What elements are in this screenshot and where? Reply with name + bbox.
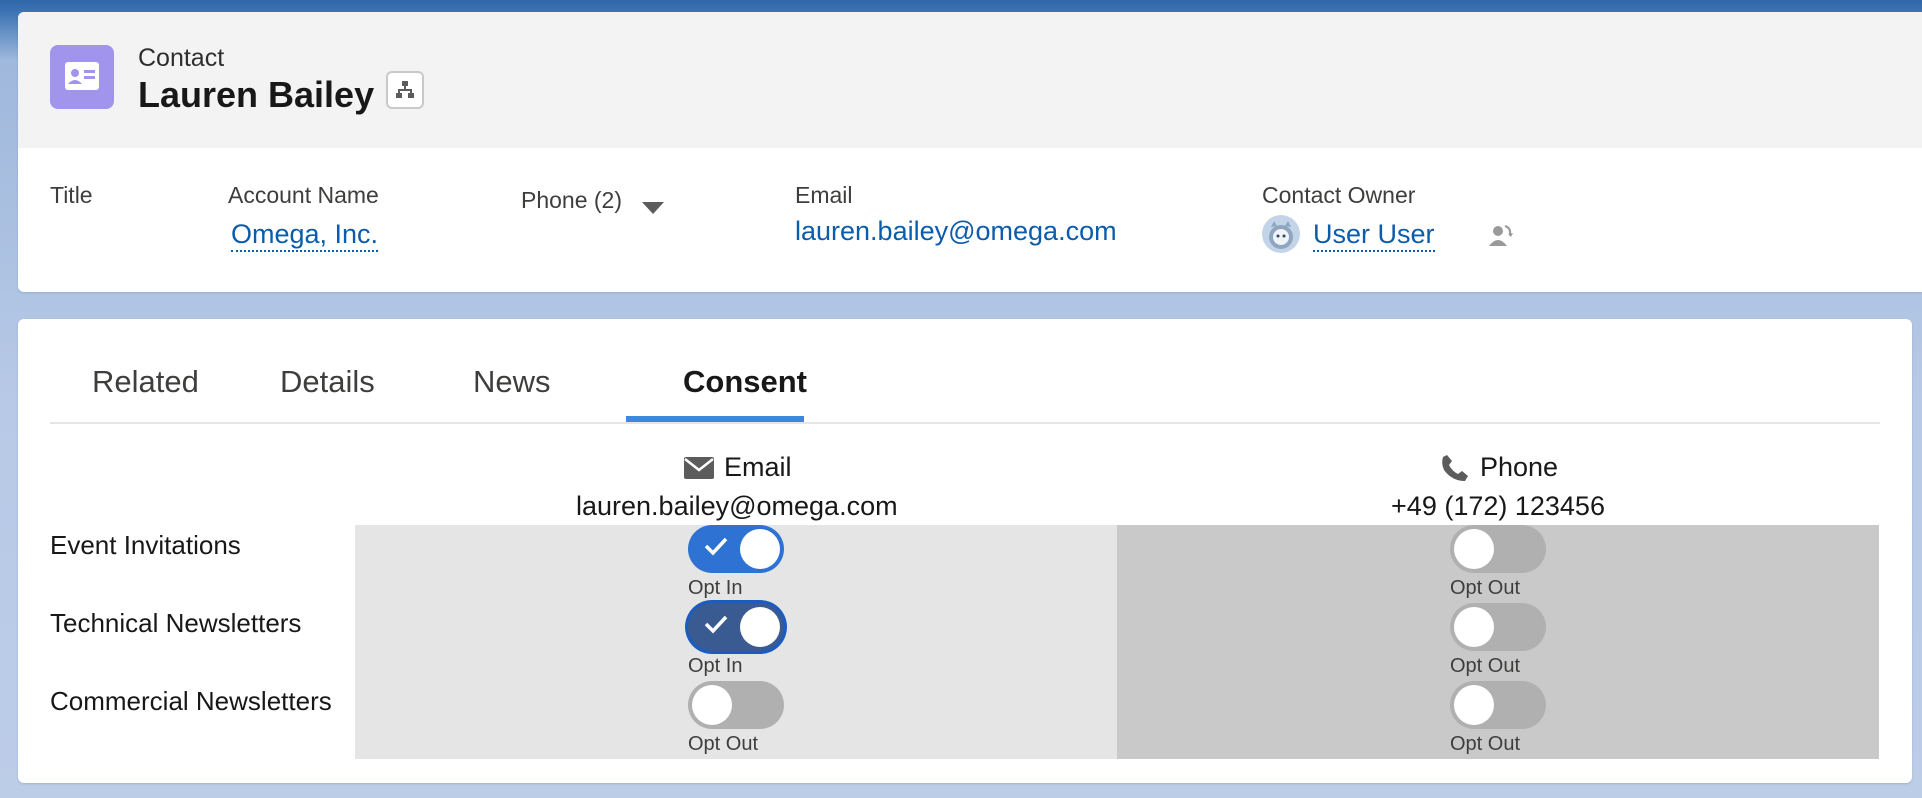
account-link-text: Omega, Inc. (231, 219, 379, 252)
email-channel-value: lauren.bailey@omega.com (576, 491, 898, 521)
tab-bar: Related Details News Consent (50, 319, 1880, 424)
event-invitations-phone-toggle[interactable] (1450, 525, 1546, 573)
row-label-event-invitations: Event Invitations (50, 530, 241, 560)
owner-link[interactable]: User User (1313, 219, 1435, 252)
event-invitations-email-status: Opt In (688, 577, 743, 599)
page-title: Lauren Bailey (138, 74, 375, 115)
avatar (1262, 215, 1300, 253)
commercial-newsletters-phone-toggle[interactable] (1450, 681, 1546, 729)
email-field-label: Email (795, 182, 853, 208)
hierarchy-icon (396, 81, 414, 98)
email-channel-name: Email (724, 452, 792, 482)
row-label-technical-newsletters: Technical Newsletters (50, 608, 302, 638)
chevron-down-icon[interactable] (642, 202, 664, 214)
technical-newsletters-phone-toggle[interactable] (1450, 603, 1546, 651)
record-header: Contact Lauren Bailey Title Account Name… (18, 12, 1922, 292)
event-invitations-phone-status: Opt Out (1450, 577, 1521, 599)
owner-field-label: Contact Owner (1262, 182, 1416, 208)
phone-icon (1442, 454, 1468, 481)
active-tab-indicator (626, 416, 804, 422)
checkmark-icon (704, 537, 728, 556)
toggle-knob (1454, 607, 1494, 647)
toggle-knob (740, 607, 780, 647)
commercial-newsletters-email-status: Opt Out (688, 733, 759, 755)
commercial-newsletters-email-toggle[interactable] (688, 681, 784, 729)
phone-channel-header: Phone (1440, 452, 1558, 483)
row-label-commercial-newsletters: Commercial Newsletters (50, 686, 332, 716)
title-field-label: Title (50, 182, 93, 208)
phone-channel-name: Phone (1480, 452, 1559, 482)
toggle-knob (692, 685, 732, 725)
object-type-label: Contact (138, 44, 225, 72)
technical-newsletters-email-toggle[interactable] (688, 603, 784, 651)
commercial-newsletters-phone-status: Opt Out (1450, 733, 1521, 755)
email-channel-header: Email (684, 452, 792, 483)
phone-channel-value: +49 (172) 123456 (1391, 491, 1605, 521)
tab-details[interactable]: Details (280, 364, 375, 400)
toggle-knob (1454, 685, 1494, 725)
owner-link-text: User User (1313, 219, 1435, 252)
tab-related[interactable]: Related (92, 364, 199, 400)
email-link[interactable]: lauren.bailey@omega.com (795, 216, 1117, 247)
header-title-area: Contact Lauren Bailey (18, 12, 1922, 148)
account-link[interactable]: Omega, Inc. (231, 219, 379, 252)
event-invitations-email-toggle[interactable] (688, 525, 784, 573)
hierarchy-button[interactable] (386, 71, 424, 109)
envelope-icon (684, 456, 714, 479)
toggle-knob (740, 529, 780, 569)
account-field-label: Account Name (228, 182, 379, 208)
phone-field-label[interactable]: Phone (2) (521, 187, 622, 214)
technical-newsletters-phone-status: Opt Out (1450, 655, 1521, 677)
contact-icon (50, 45, 114, 109)
change-owner-icon[interactable] (1488, 222, 1514, 253)
technical-newsletters-email-status: Opt In (688, 655, 743, 677)
toggle-knob (1454, 529, 1494, 569)
tab-consent[interactable]: Consent (683, 364, 807, 400)
checkmark-icon (704, 615, 728, 634)
tab-news[interactable]: News (473, 364, 551, 400)
